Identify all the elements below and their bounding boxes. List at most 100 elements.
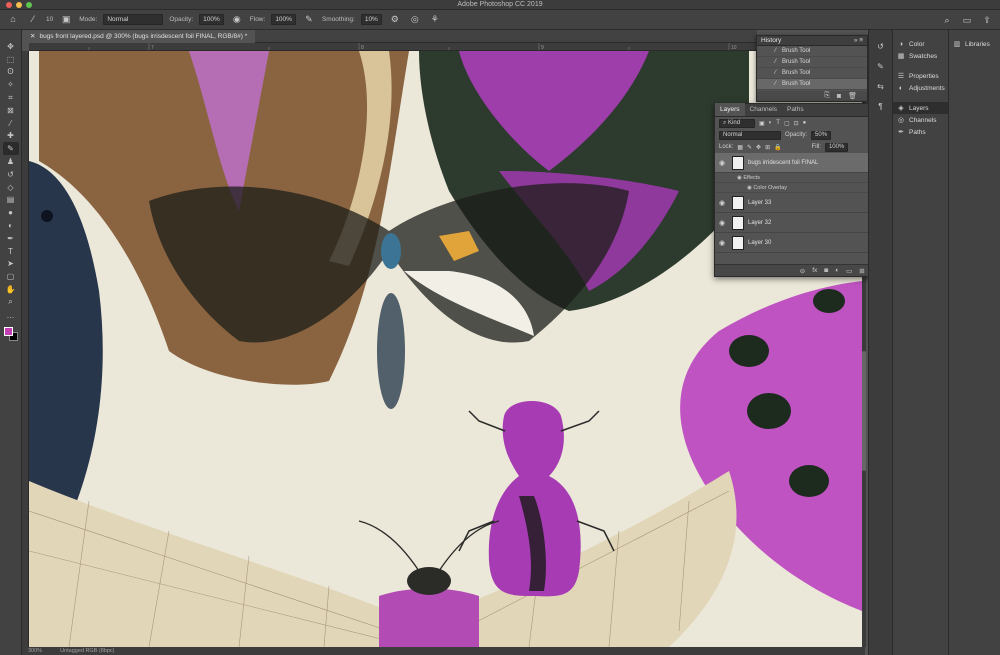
workspace-icon[interactable]: ▭ [960, 13, 974, 27]
lock-artboard-icon[interactable]: ⊞ [765, 144, 770, 151]
more-tools-icon[interactable]: … [3, 309, 19, 322]
spot-heal-icon[interactable]: ✚ [3, 130, 19, 143]
share-icon[interactable]: ⇪ [980, 13, 994, 27]
tab-paths[interactable]: Paths [782, 106, 809, 116]
panel-libraries[interactable]: ▥ Libraries [949, 38, 1000, 50]
layer-opacity-input[interactable]: 50% [811, 130, 832, 140]
layer-row-selected[interactable]: ◉ bugs irridescent foil FINAL fx [715, 153, 890, 173]
layer-fill-input[interactable]: 100% [824, 142, 849, 152]
airbrush-icon[interactable]: ✎ [302, 13, 316, 27]
layer-name[interactable]: Layer 30 [748, 240, 771, 246]
new-group-icon[interactable]: ▭ [846, 267, 852, 275]
angle-icon[interactable]: ◎ [408, 13, 422, 27]
smoothing-input[interactable]: 10% [360, 14, 382, 25]
layer-name[interactable]: Layer 33 [748, 200, 771, 206]
panel-swatches[interactable]: ▦ Swatches [893, 50, 948, 62]
lasso-icon[interactable]: ʘ [3, 66, 19, 79]
marquee-icon[interactable]: ⬚ [3, 53, 19, 66]
filter-toggle-icon[interactable]: ● [803, 120, 807, 126]
layer-row[interactable]: ◉ Layer 33 [715, 193, 890, 213]
panel-color[interactable]: ◑ Color [893, 38, 948, 50]
color-swatches[interactable] [3, 326, 19, 342]
filter-shape-icon[interactable]: ▢ [784, 120, 790, 127]
blur-icon[interactable]: ● [3, 206, 19, 219]
path-select-icon[interactable]: ➤ [3, 258, 19, 271]
history-item[interactable]: ⁄ Brush Tool [757, 57, 867, 68]
blend-mode-select[interactable]: Normal [719, 130, 781, 140]
lock-position-icon[interactable]: ✥ [756, 144, 761, 151]
new-document-from-state-icon[interactable]: ⎘ [824, 92, 830, 100]
crop-icon[interactable]: ⌗ [3, 91, 19, 104]
gradient-icon[interactable]: ▤ [3, 194, 19, 207]
dodge-icon[interactable]: ◐ [3, 219, 19, 232]
brush-settings-icon[interactable]: ▣ [59, 13, 73, 27]
history-item[interactable]: ⁄ Brush Tool [757, 46, 867, 57]
new-adjustment-icon[interactable]: ◐ [835, 267, 839, 274]
zoom-icon[interactable]: ⌕ [3, 296, 19, 309]
flow-input[interactable]: 100% [271, 14, 296, 25]
filter-smart-icon[interactable]: ⊡ [794, 120, 799, 127]
filter-adjust-icon[interactable]: ◐ [769, 120, 773, 126]
add-mask-icon[interactable]: ◙ [824, 267, 828, 274]
mode-select[interactable]: Normal [103, 14, 164, 25]
history-brush-icon[interactable]: ↺ [3, 168, 19, 181]
home-icon[interactable]: ⌂ [6, 13, 20, 27]
lock-transparent-icon[interactable]: ▦ [737, 144, 743, 151]
opacity-input[interactable]: 100% [199, 14, 224, 25]
trash-icon[interactable]: 🗑 [848, 92, 857, 100]
scrollbar-thumb[interactable] [862, 351, 866, 471]
panel-channels[interactable]: ◎ Channels [893, 114, 948, 126]
close-window-button[interactable] [6, 2, 12, 8]
effects-row[interactable]: ◉ Effects [715, 173, 890, 183]
visibility-eye-icon[interactable]: ◉ [715, 159, 729, 167]
panel-layers[interactable]: ◈ Layers [893, 102, 948, 114]
status-zoom[interactable]: 300% [28, 648, 42, 654]
symmetry-icon[interactable]: ⚘ [428, 13, 442, 27]
history-panel-header[interactable]: History » ≡ [757, 36, 867, 46]
layer-row[interactable]: ◉ Layer 32 [715, 213, 890, 233]
gear-icon[interactable]: ⚙ [388, 13, 402, 27]
frame-icon[interactable]: ⊠ [3, 104, 19, 117]
layer-name[interactable]: bugs irridescent foil FINAL [748, 160, 818, 166]
history-item[interactable]: ⁄ Brush Tool [757, 68, 867, 79]
filter-pixel-icon[interactable]: ▣ [759, 120, 765, 127]
add-style-icon[interactable]: fx [812, 267, 817, 274]
link-layers-icon[interactable]: ⊖ [800, 267, 805, 275]
paragraph-icon[interactable]: ¶ [874, 100, 888, 114]
minimize-window-button[interactable] [16, 2, 22, 8]
eyedropper-icon[interactable]: ⁄ [3, 117, 19, 130]
snapshot-icon[interactable]: ◙ [837, 93, 841, 100]
pen-icon[interactable]: ✒ [3, 232, 19, 245]
lock-image-icon[interactable]: ✎ [747, 144, 752, 151]
panel-paths[interactable]: ✒ Paths [893, 126, 948, 138]
lock-all-icon[interactable]: 🔒 [774, 144, 781, 151]
visibility-eye-icon[interactable]: ◉ [715, 219, 729, 227]
move-icon[interactable]: ✥ [3, 40, 19, 53]
brush-size-value[interactable]: 10 [46, 16, 53, 23]
tab-layers[interactable]: Layers [715, 103, 745, 116]
history-item-selected[interactable]: ⁄ Brush Tool [757, 79, 867, 90]
eraser-icon[interactable]: ◇ [3, 181, 19, 194]
visibility-eye-icon[interactable]: ◉ [715, 199, 729, 207]
visibility-eye-icon[interactable]: ◉ [715, 239, 729, 247]
zoom-window-button[interactable] [26, 2, 32, 8]
brush-settings-icon[interactable]: ✎ [874, 60, 888, 74]
layer-name[interactable]: Layer 32 [748, 220, 771, 226]
foreground-color-swatch[interactable] [3, 326, 13, 336]
effect-color-overlay-row[interactable]: ◉ Color Overlay [715, 183, 890, 193]
panel-properties[interactable]: ☰ Properties [893, 70, 948, 82]
hand-icon[interactable]: ✋ [3, 283, 19, 296]
filter-type-icon[interactable]: T [776, 120, 780, 126]
rectangle-icon[interactable]: ▢ [3, 270, 19, 283]
type-icon[interactable]: T [3, 245, 19, 258]
pressure-opacity-icon[interactable]: ◉ [230, 13, 244, 27]
clone-stamp-icon[interactable]: ♟ [3, 155, 19, 168]
brush-preset-icon[interactable]: ⁄ [26, 13, 40, 27]
tool-presets-icon[interactable]: ⇆ [874, 80, 888, 94]
new-layer-icon[interactable]: ⊞ [859, 267, 864, 275]
panel-adjustments[interactable]: ◐ Adjustments [893, 82, 948, 94]
filter-kind-select[interactable]: ⌕ Kind [719, 118, 755, 128]
search-icon[interactable]: ⌕ [940, 13, 954, 27]
document-tab[interactable]: ✕ bugs front layered.psd @ 300% (bugs ir… [22, 29, 256, 43]
brush-icon[interactable]: ✎ [2, 142, 19, 156]
